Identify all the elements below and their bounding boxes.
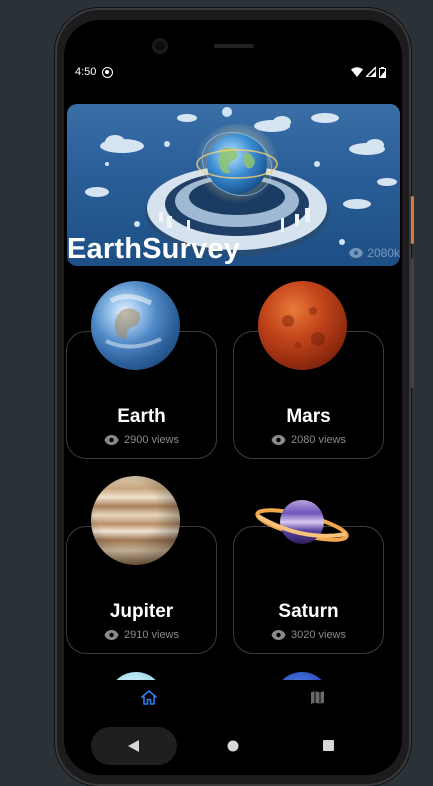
earth-image bbox=[91, 281, 180, 370]
status-time: 4:50 bbox=[75, 66, 97, 78]
home-icon bbox=[140, 690, 157, 705]
mars-image bbox=[258, 281, 347, 370]
back-icon[interactable] bbox=[128, 740, 140, 752]
eye-icon bbox=[349, 248, 364, 258]
card-views-count: 3020 views bbox=[290, 629, 347, 641]
recents-icon[interactable] bbox=[323, 740, 334, 751]
speaker bbox=[214, 44, 254, 48]
card-views: 2900 views bbox=[67, 434, 216, 446]
jupiter-image bbox=[91, 476, 180, 565]
eye-icon bbox=[104, 630, 119, 640]
saturn-image bbox=[255, 500, 349, 544]
volume-button bbox=[411, 258, 414, 388]
eye-icon bbox=[104, 435, 119, 445]
power-button bbox=[411, 196, 414, 244]
nav-map-button[interactable] bbox=[304, 684, 331, 716]
status-bar: 4:50 bbox=[64, 64, 402, 80]
banner-views: 2080k bbox=[349, 246, 400, 260]
card-title: Jupiter bbox=[109, 601, 174, 622]
card-title: Earth bbox=[117, 406, 166, 427]
nav-home-button[interactable] bbox=[135, 684, 163, 716]
phone-frame: 4:50 EarthSurvey 2080k Earth 2900 views … bbox=[55, 8, 414, 786]
card-title: Saturn bbox=[278, 601, 339, 622]
banner-views-count: 2080k bbox=[367, 246, 400, 260]
card-views-count: 2080 views bbox=[290, 434, 347, 446]
hero-banner[interactable]: EarthSurvey 2080k bbox=[67, 104, 400, 266]
home-circle-icon[interactable] bbox=[227, 740, 239, 752]
battery-icon bbox=[379, 66, 386, 78]
eye-icon bbox=[271, 435, 286, 445]
system-navigation-bar bbox=[64, 720, 402, 775]
card-title: Mars bbox=[286, 406, 331, 427]
card-views: 3020 views bbox=[234, 629, 383, 641]
banner-title: EarthSurvey bbox=[67, 233, 241, 265]
card-views: 2910 views bbox=[67, 629, 216, 641]
bottom-navigation bbox=[64, 680, 402, 720]
card-views: 2080 views bbox=[234, 434, 383, 446]
screen-record-icon bbox=[102, 66, 114, 78]
signal-icon bbox=[366, 67, 376, 77]
map-icon bbox=[311, 691, 325, 704]
screen: 4:50 EarthSurvey 2080k Earth 2900 views … bbox=[64, 20, 402, 775]
card-views-count: 2900 views bbox=[123, 434, 180, 446]
wifi-icon bbox=[351, 67, 363, 77]
eye-icon bbox=[271, 630, 286, 640]
camera bbox=[152, 38, 168, 54]
card-views-count: 2910 views bbox=[123, 629, 180, 641]
